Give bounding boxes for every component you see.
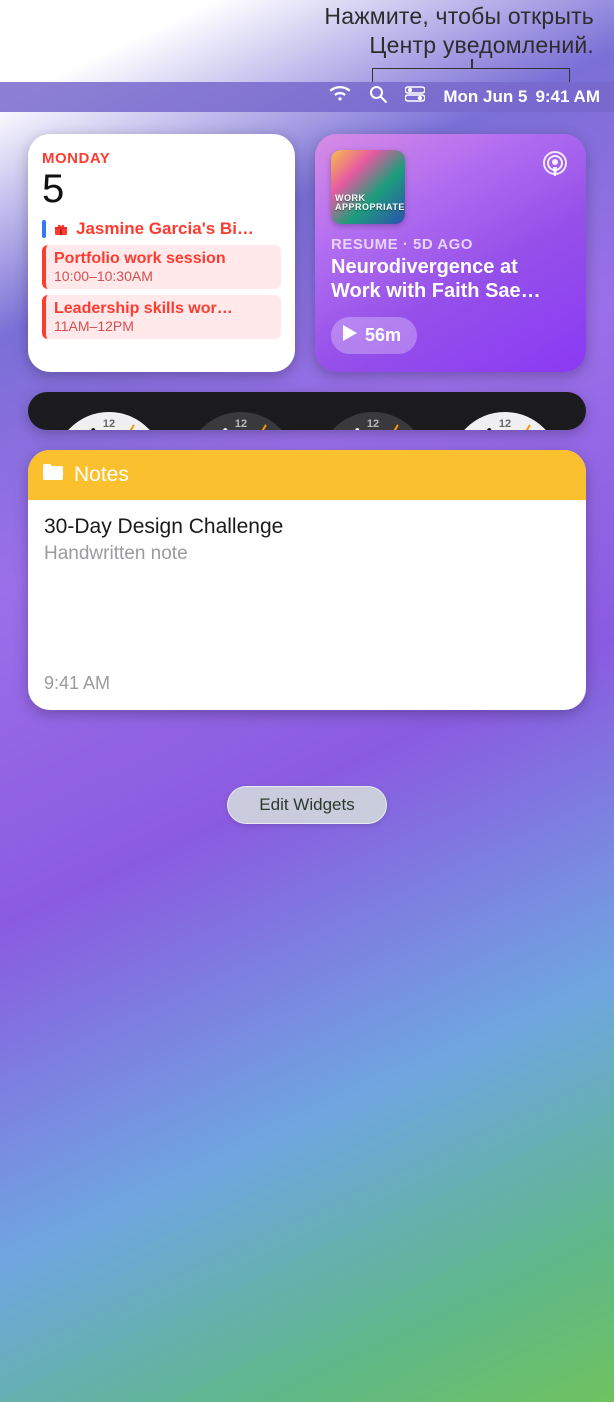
calendar-event-1-title: Leadership skills wor… — [54, 300, 273, 318]
calendar-event-0[interactable]: Portfolio work session 10:00–10:30AM — [42, 245, 281, 289]
notes-widget[interactable]: Notes 30-Day Design Challenge Handwritte… — [28, 450, 586, 710]
world-clock-widget[interactable]: 12369CupertinoToday+0HRS12369TokyoTomorr… — [28, 392, 586, 430]
calendar-birthday-title: Jasmine Garcia's Bi… — [76, 219, 254, 239]
calendar-date-number: 5 — [42, 169, 281, 209]
calendar-day-label: MONDAY — [42, 150, 281, 167]
podcast-play-button[interactable]: 56m — [331, 317, 417, 354]
clock-face: 12369 — [186, 412, 296, 430]
note-time: 9:41 AM — [44, 673, 110, 694]
calendar-event-1-time: 11AM–12PM — [54, 318, 273, 334]
podcast-artwork: WORK APPROPRIATE — [331, 150, 405, 224]
calendar-widget[interactable]: MONDAY 5 Jasmine Garcia's Bi… Portfolio … — [28, 134, 295, 372]
podcast-artwork-label: WORK APPROPRIATE — [335, 194, 405, 212]
notes-header-label: Notes — [74, 463, 129, 487]
control-center-icon[interactable] — [405, 86, 425, 107]
clock-face: 12369 — [54, 412, 164, 430]
notes-header: Notes — [28, 450, 586, 500]
note-subtitle: Handwritten note — [44, 543, 570, 565]
calendar-event-1[interactable]: Leadership skills wor… 11AM–12PM — [42, 295, 281, 339]
podcast-duration: 56m — [365, 325, 401, 346]
menubar-datetime[interactable]: Mon Jun 5 9:41 AM — [443, 87, 600, 107]
spotlight-icon[interactable] — [369, 85, 387, 108]
podcasts-widget[interactable]: WORK APPROPRIATE RESUME · 5D AGO Neurodi… — [315, 134, 586, 372]
callout-bracket — [372, 68, 570, 82]
calendar-event-0-title: Portfolio work session — [54, 250, 273, 268]
calendar-event-0-time: 10:00–10:30AM — [54, 268, 273, 284]
podcast-title: Neurodivergence at Work with Faith Sae… — [331, 255, 570, 303]
play-icon — [343, 325, 357, 346]
podcast-meta: RESUME · 5D AGO — [331, 236, 570, 253]
note-title: 30-Day Design Challenge — [44, 514, 570, 539]
clock-face: 12369 — [450, 412, 560, 430]
menubar-time: 9:41 AM — [535, 87, 600, 107]
event-color-bar — [42, 220, 46, 238]
podcasts-icon — [540, 150, 570, 185]
callout-line2: Центр уведомлений. — [0, 31, 594, 60]
menubar-date: Mon Jun 5 — [443, 87, 527, 107]
calendar-birthday-row: Jasmine Garcia's Bi… — [42, 219, 281, 239]
edit-widgets-button[interactable]: Edit Widgets — [227, 786, 387, 824]
menubar: Mon Jun 5 9:41 AM — [0, 82, 614, 112]
callout-line1: Нажмите, чтобы открыть — [0, 2, 594, 31]
edit-widgets-label: Edit Widgets — [259, 795, 354, 814]
notification-center: MONDAY 5 Jasmine Garcia's Bi… Portfolio … — [0, 112, 614, 834]
help-callout: Нажмите, чтобы открыть Центр уведомлений… — [0, 0, 614, 82]
clock-face: 12369 — [318, 412, 428, 430]
wifi-icon[interactable] — [329, 86, 351, 107]
folder-icon — [42, 463, 64, 487]
gift-icon — [54, 222, 68, 236]
